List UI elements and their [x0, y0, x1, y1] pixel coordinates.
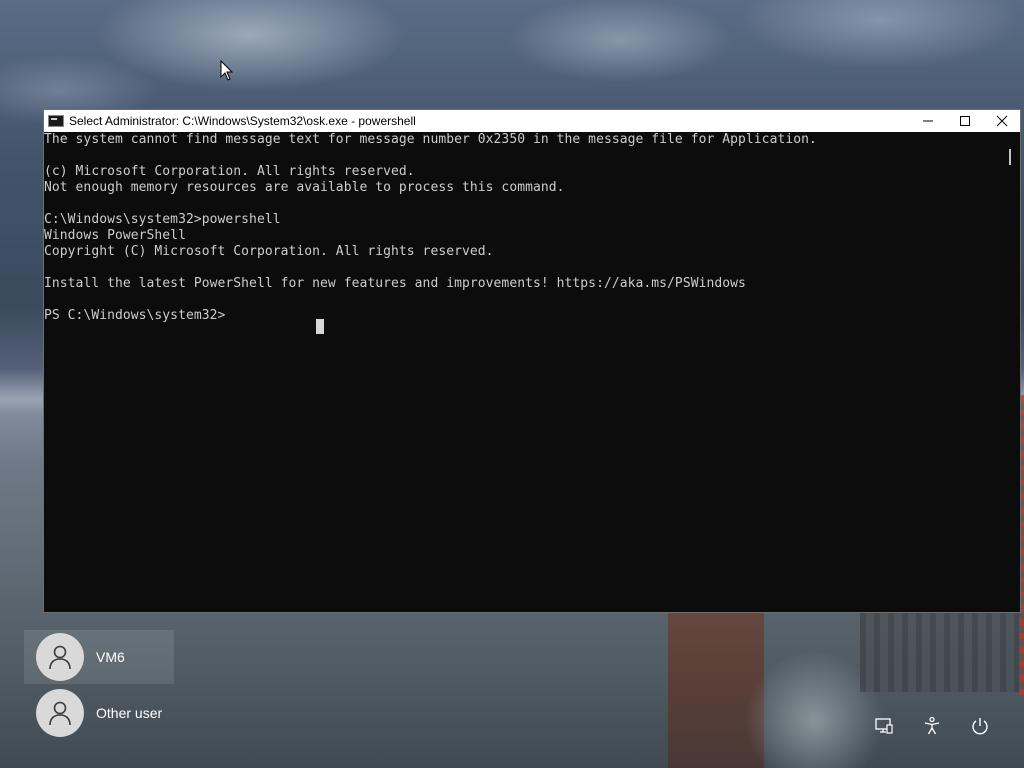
close-button[interactable]: [983, 110, 1020, 132]
accessibility-button[interactable]: [920, 714, 944, 738]
user-tile-other-user[interactable]: Other user: [24, 686, 174, 740]
console-line: Copyright (C) Microsoft Corporation. All…: [44, 244, 494, 259]
console-output[interactable]: The system cannot find message text for …: [44, 132, 1004, 612]
console-prompt[interactable]: PS C:\Windows\system32>: [44, 308, 1004, 324]
user-avatar-icon: [36, 689, 84, 737]
user-name: VM6: [96, 649, 125, 665]
text-cursor: [316, 319, 324, 334]
user-tile-vm6[interactable]: VM6: [24, 630, 174, 684]
mouse-pointer-icon: [220, 60, 234, 81]
console-icon: [48, 115, 64, 127]
window-controls: [909, 110, 1020, 132]
power-icon: [972, 718, 988, 735]
console-line: (c) Microsoft Corporation. All rights re…: [44, 164, 415, 179]
console-line: The system cannot find message text for …: [44, 132, 817, 147]
window-titlebar[interactable]: Select Administrator: C:\Windows\System3…: [44, 110, 1020, 132]
console-window[interactable]: Select Administrator: C:\Windows\System3…: [44, 110, 1020, 612]
console-line: C:\Windows\system32>powershell: [44, 212, 281, 227]
network-button[interactable]: [872, 714, 896, 738]
console-line: Install the latest PowerShell for new fe…: [44, 276, 746, 291]
window-title: Select Administrator: C:\Windows\System3…: [69, 114, 416, 128]
network-icon: [875, 718, 893, 734]
maximize-icon: [959, 116, 970, 126]
console-line: Not enough memory resources are availabl…: [44, 180, 565, 195]
minimize-button[interactable]: [909, 110, 946, 132]
console-line: Windows PowerShell: [44, 228, 186, 243]
vertical-scrollbar[interactable]: [1004, 132, 1020, 612]
user-name: Other user: [96, 705, 163, 721]
accessibility-icon: [924, 716, 940, 735]
lock-screen-background: Select Administrator: C:\Windows\System3…: [0, 0, 1024, 768]
minimize-icon: [922, 120, 933, 122]
scrollbar-thumb[interactable]: [1009, 149, 1011, 165]
power-button[interactable]: [968, 714, 992, 738]
maximize-button[interactable]: [946, 110, 983, 132]
background-jetty: [860, 612, 1024, 692]
user-avatar-icon: [36, 633, 84, 681]
close-icon: [996, 115, 1007, 127]
